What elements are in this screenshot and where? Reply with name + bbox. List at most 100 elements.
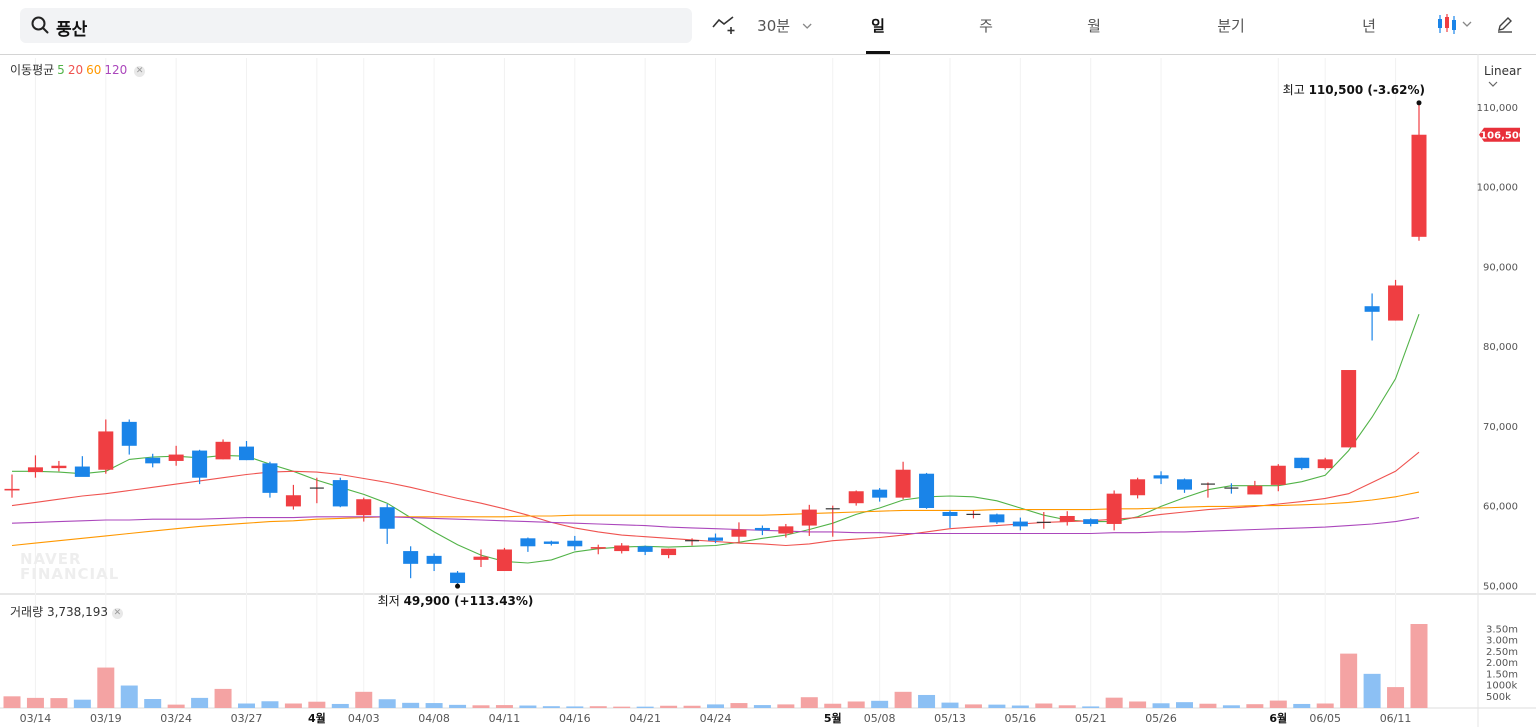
volume-bar [73,699,91,708]
candle-body [1012,521,1028,527]
chevron-down-icon [1484,78,1499,92]
candle-body [450,572,466,583]
volume-bar [402,702,420,708]
ma-legend-120: 120 [104,63,128,77]
volume-bar [1152,703,1170,708]
volume-bar [542,706,560,708]
candle-body [239,446,254,461]
volume-bar [800,697,818,708]
volume-bar [964,704,982,708]
volume-bar [566,706,584,708]
volume-tick-label: 3.50m [1486,624,1518,635]
volume-tick-label: 1000k [1486,681,1517,692]
close-icon[interactable]: ✕ [134,66,146,77]
candlestick [239,441,254,461]
x-tick-label: 04/11 [489,712,521,725]
y-tick-label: 100,000 [1477,183,1518,194]
volume-bar [284,703,302,708]
candle-body [1059,515,1075,522]
candle-body [1341,370,1357,448]
candle-body [74,466,90,477]
candle-body [332,480,348,507]
candle-body [1177,479,1192,490]
volume-bar [191,697,209,708]
volume-bar [97,667,115,708]
last-price-label: 106,500 [1480,131,1526,142]
candle-body [1411,134,1427,237]
volume-bar [1269,700,1287,708]
candle-body [215,441,231,460]
candlestick [567,535,583,551]
candle-body [192,450,208,478]
x-tick-label: 06/05 [1309,712,1341,725]
volume-bar [589,706,607,708]
candlestick [98,419,114,474]
candle-body [145,457,161,464]
volume-bar [1246,704,1264,708]
candlestick [4,474,20,498]
candlestick [332,477,348,508]
close-icon[interactable]: ✕ [111,608,123,619]
candlestick [731,522,747,544]
volume-bar [167,704,185,708]
volume-bar [1129,701,1147,708]
candle-body [754,527,770,531]
candlestick [520,537,536,552]
volume-bar [988,704,1006,708]
candlestick [1294,457,1310,470]
volume-value: 3,738,193 [46,605,109,619]
volume-tick-label: 2.00m [1486,658,1518,669]
candlestick [1012,517,1028,531]
volume-bar [894,691,912,708]
volume-bar [1387,687,1405,708]
candlestick [192,449,208,485]
candle-body [51,465,67,469]
y-tick-label: 90,000 [1483,262,1518,273]
candlestick [121,419,137,455]
candlestick [145,453,161,468]
candlestick [614,543,630,554]
scale-label: Linear [1484,64,1522,78]
x-tick-label: 03/24 [160,712,192,725]
candle-body [285,495,301,507]
x-tick-label: 04/24 [700,712,732,725]
volume-bar [1199,703,1217,708]
volume-bar [1363,673,1381,708]
candlestick [1341,370,1357,448]
candle-body [872,489,888,498]
volume-bar [378,699,396,708]
candlestick [1059,511,1075,526]
scale-selector[interactable]: Linear [1484,64,1536,92]
candle-body [168,454,184,461]
volume-bar [425,703,443,708]
candle-body [403,551,419,564]
ma-legend-5: 5 [57,63,65,77]
volume-bar [472,705,490,708]
candle-body [895,469,911,498]
candle-body [1294,457,1310,469]
candle-body [708,537,723,541]
candle-body [942,511,958,516]
volume-bar [355,691,373,708]
volume-bar [50,698,68,708]
candle-body [1270,465,1286,485]
ma-legend-60: 60 [86,63,102,77]
candle-body [356,499,372,516]
candlestick [1270,464,1286,492]
x-tick-label: 04/21 [629,712,661,725]
stock-chart[interactable]: 110,000100,00090,00080,00070,00060,00050… [0,0,1536,727]
candle-body [1317,459,1333,469]
volume-bar [824,703,842,708]
volume-bar [308,701,326,708]
x-tick-label: 06/11 [1380,712,1412,725]
candle-body [1083,519,1099,524]
x-tick-label: 05/13 [934,712,966,725]
volume-bar [1222,705,1240,708]
x-tick-label: 03/14 [20,712,52,725]
volume-bar [331,703,349,708]
candle-body [637,546,653,552]
candle-body [4,488,20,491]
candlestick [27,455,43,478]
volume-bar [261,701,279,708]
candlestick [942,510,958,528]
